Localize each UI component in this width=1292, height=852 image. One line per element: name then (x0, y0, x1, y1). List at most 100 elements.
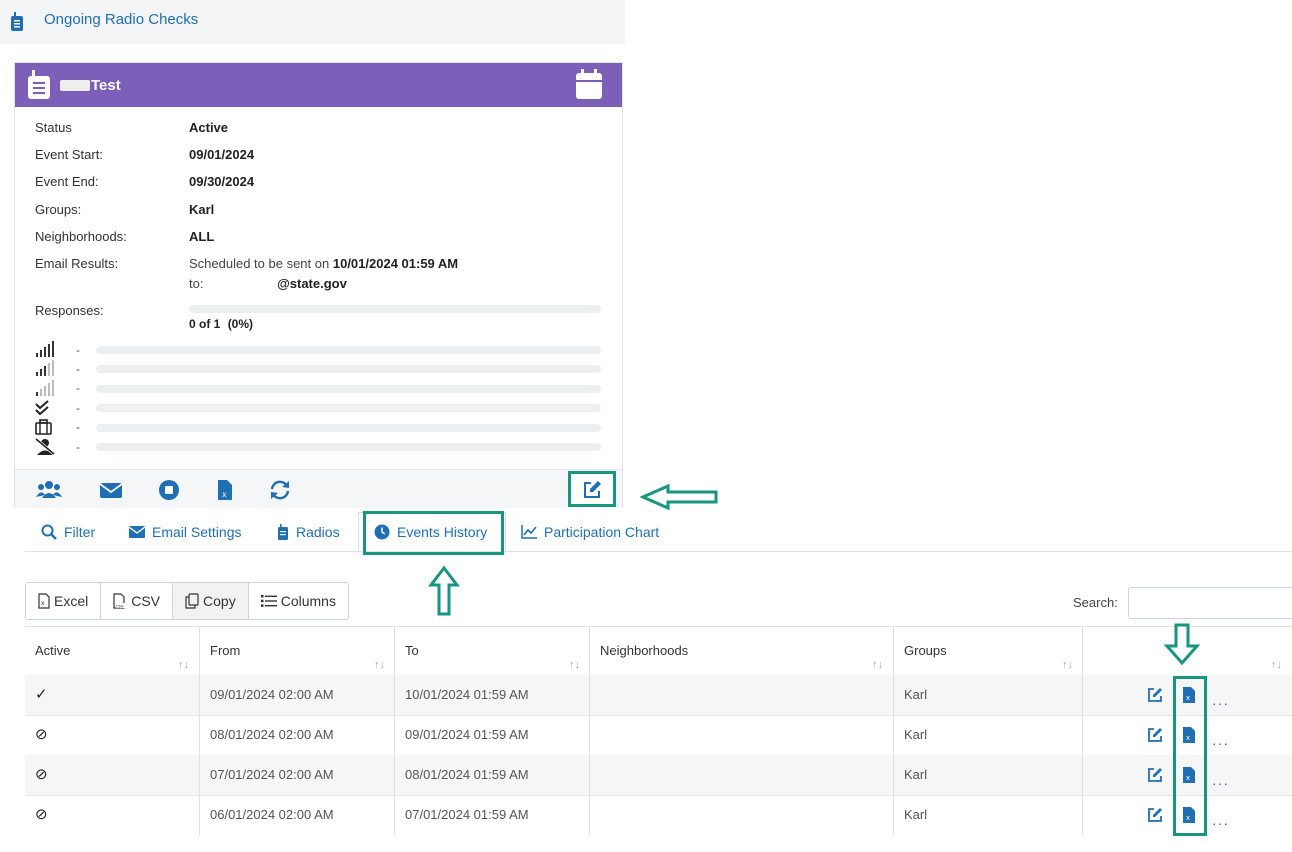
email-domain: @state.gov (277, 276, 347, 291)
search-icon (41, 524, 57, 540)
signal-bar (96, 365, 601, 373)
list-icon (260, 595, 277, 607)
event-end-label: Event End: (35, 174, 99, 189)
envelope-icon (129, 526, 145, 538)
search-input[interactable] (1128, 587, 1292, 619)
signal-row-value: - (76, 440, 80, 454)
annotation-arrow-up (428, 565, 460, 616)
event-start-value: 09/01/2024 (189, 147, 255, 162)
column-header-active[interactable]: Active ↑↓ (25, 627, 200, 675)
neighborhoods-cell (590, 755, 894, 795)
signal-bar (96, 424, 601, 432)
table-header: Active ↑↓ From ↑↓ To ↑↓ Neighborhoods ↑↓ Gro… (25, 626, 1292, 677)
table-row: ⊘ 07/01/2024 02:00 AM 08/01/2024 01:59 A… (25, 755, 1292, 796)
signal-bar (96, 385, 601, 393)
email-prefix: Scheduled to be sent on (189, 256, 330, 271)
page-title[interactable]: Ongoing Radio Checks (44, 11, 198, 28)
double-check-icon (35, 400, 49, 416)
signal-medium-icon (36, 360, 54, 376)
email-to-label: to: (189, 276, 204, 291)
signal-full-icon (36, 341, 54, 357)
email-schedule: Scheduled to be sent on 10/01/2024 01:59… (189, 256, 458, 271)
groups-cell: Karl (894, 675, 1083, 715)
from-cell: 06/01/2024 02:00 AM (200, 795, 395, 835)
column-header-from[interactable]: From ↑↓ (200, 627, 395, 675)
radio-icon (11, 12, 23, 31)
tab-radios[interactable]: Radios (277, 521, 340, 543)
column-header-to[interactable]: To ↑↓ (395, 627, 590, 675)
csv-button-label: CSV (131, 593, 161, 609)
users-icon[interactable] (36, 479, 62, 501)
columns-button-label: Columns (280, 593, 336, 609)
to-cell: 10/01/2024 01:59 AM (395, 675, 590, 715)
calendar-icon[interactable] (575, 69, 603, 100)
stop-icon[interactable] (156, 479, 182, 501)
event-start-label: Event Start: (35, 147, 103, 162)
edit-icon[interactable] (1147, 727, 1163, 743)
annotation-arrow-left (640, 484, 718, 510)
groups-cell: Karl (894, 755, 1083, 795)
header-label: Neighborhoods (600, 643, 689, 658)
email-recipient: to: @state.gov (189, 276, 347, 291)
page-header: Ongoing Radio Checks (0, 0, 625, 44)
more-options-icon[interactable]: ··· (1212, 803, 1229, 843)
header-label: From (210, 643, 241, 658)
responses-percent: (0%) (227, 317, 254, 331)
tab-participation-chart[interactable]: Participation Chart (521, 521, 659, 543)
signal-bar (96, 346, 601, 354)
edit-icon (584, 481, 601, 498)
header-label: Active (35, 643, 71, 658)
copy-button[interactable]: Copy (173, 583, 249, 619)
from-cell: 08/01/2024 02:00 AM (200, 715, 395, 755)
annotation-arrow-down (1164, 623, 1200, 666)
responses-progress-bar (189, 305, 601, 313)
radio-icon (28, 70, 50, 99)
header-label: Groups (904, 643, 947, 658)
refresh-icon[interactable] (267, 479, 293, 501)
search-label: Search: (1073, 595, 1118, 610)
briefcase-icon (35, 419, 52, 435)
excel-button[interactable]: x Excel (26, 583, 102, 619)
responses-label: Responses: (35, 303, 104, 318)
tab-label: Radios (296, 524, 340, 540)
csv-button[interactable]: csv CSV (101, 583, 174, 619)
user-slash-icon (35, 438, 55, 455)
table-row: ✓ 09/01/2024 02:00 AM 10/01/2024 01:59 A… (25, 675, 1292, 716)
envelope-icon[interactable] (98, 479, 124, 501)
table-row: ⊘ 08/01/2024 02:00 AM 09/01/2024 01:59 A… (25, 715, 1292, 756)
edit-event-button[interactable] (568, 471, 616, 507)
groups-value: Karl (189, 202, 215, 217)
signal-row-value: - (76, 362, 80, 376)
card-footer-toolbar: x (15, 469, 622, 508)
email-datetime: 10/01/2024 01:59 AM (332, 256, 459, 271)
tab-label: Participation Chart (544, 524, 660, 540)
signal-bar (96, 404, 601, 412)
tab-filter[interactable]: Filter (41, 521, 95, 543)
tab-label: Events History (397, 524, 488, 540)
signal-low-icon (36, 380, 54, 396)
to-cell: 09/01/2024 01:59 AM (395, 715, 590, 755)
tab-events-history[interactable]: Events History (374, 521, 487, 543)
column-header-neighborhoods[interactable]: Neighborhoods ↑↓ (590, 627, 894, 675)
radio-icon (278, 524, 288, 540)
columns-button[interactable]: Columns (248, 583, 348, 619)
edit-icon[interactable] (1147, 807, 1163, 823)
line-chart-icon (521, 525, 537, 539)
svg-text:x: x (41, 600, 45, 607)
copy-button-label: Copy (203, 593, 236, 609)
signal-row-value: - (76, 381, 80, 395)
redacted-text (60, 80, 90, 91)
groups-cell: Karl (894, 795, 1083, 835)
edit-icon[interactable] (1147, 767, 1163, 783)
email-results-label: Email Results: (35, 256, 119, 271)
tab-label: Filter (64, 524, 96, 540)
excel-file-icon[interactable]: x (211, 479, 237, 501)
to-cell: 08/01/2024 01:59 AM (395, 755, 590, 795)
from-cell: 07/01/2024 02:00 AM (200, 755, 395, 795)
inactive-status-icon: ⊘ (25, 755, 200, 795)
column-header-groups[interactable]: Groups ↑↓ (894, 627, 1083, 675)
edit-icon[interactable] (1147, 687, 1163, 703)
neighborhoods-cell (590, 795, 894, 835)
signal-row-value: - (76, 343, 80, 357)
tab-email-settings[interactable]: Email Settings (129, 521, 241, 543)
